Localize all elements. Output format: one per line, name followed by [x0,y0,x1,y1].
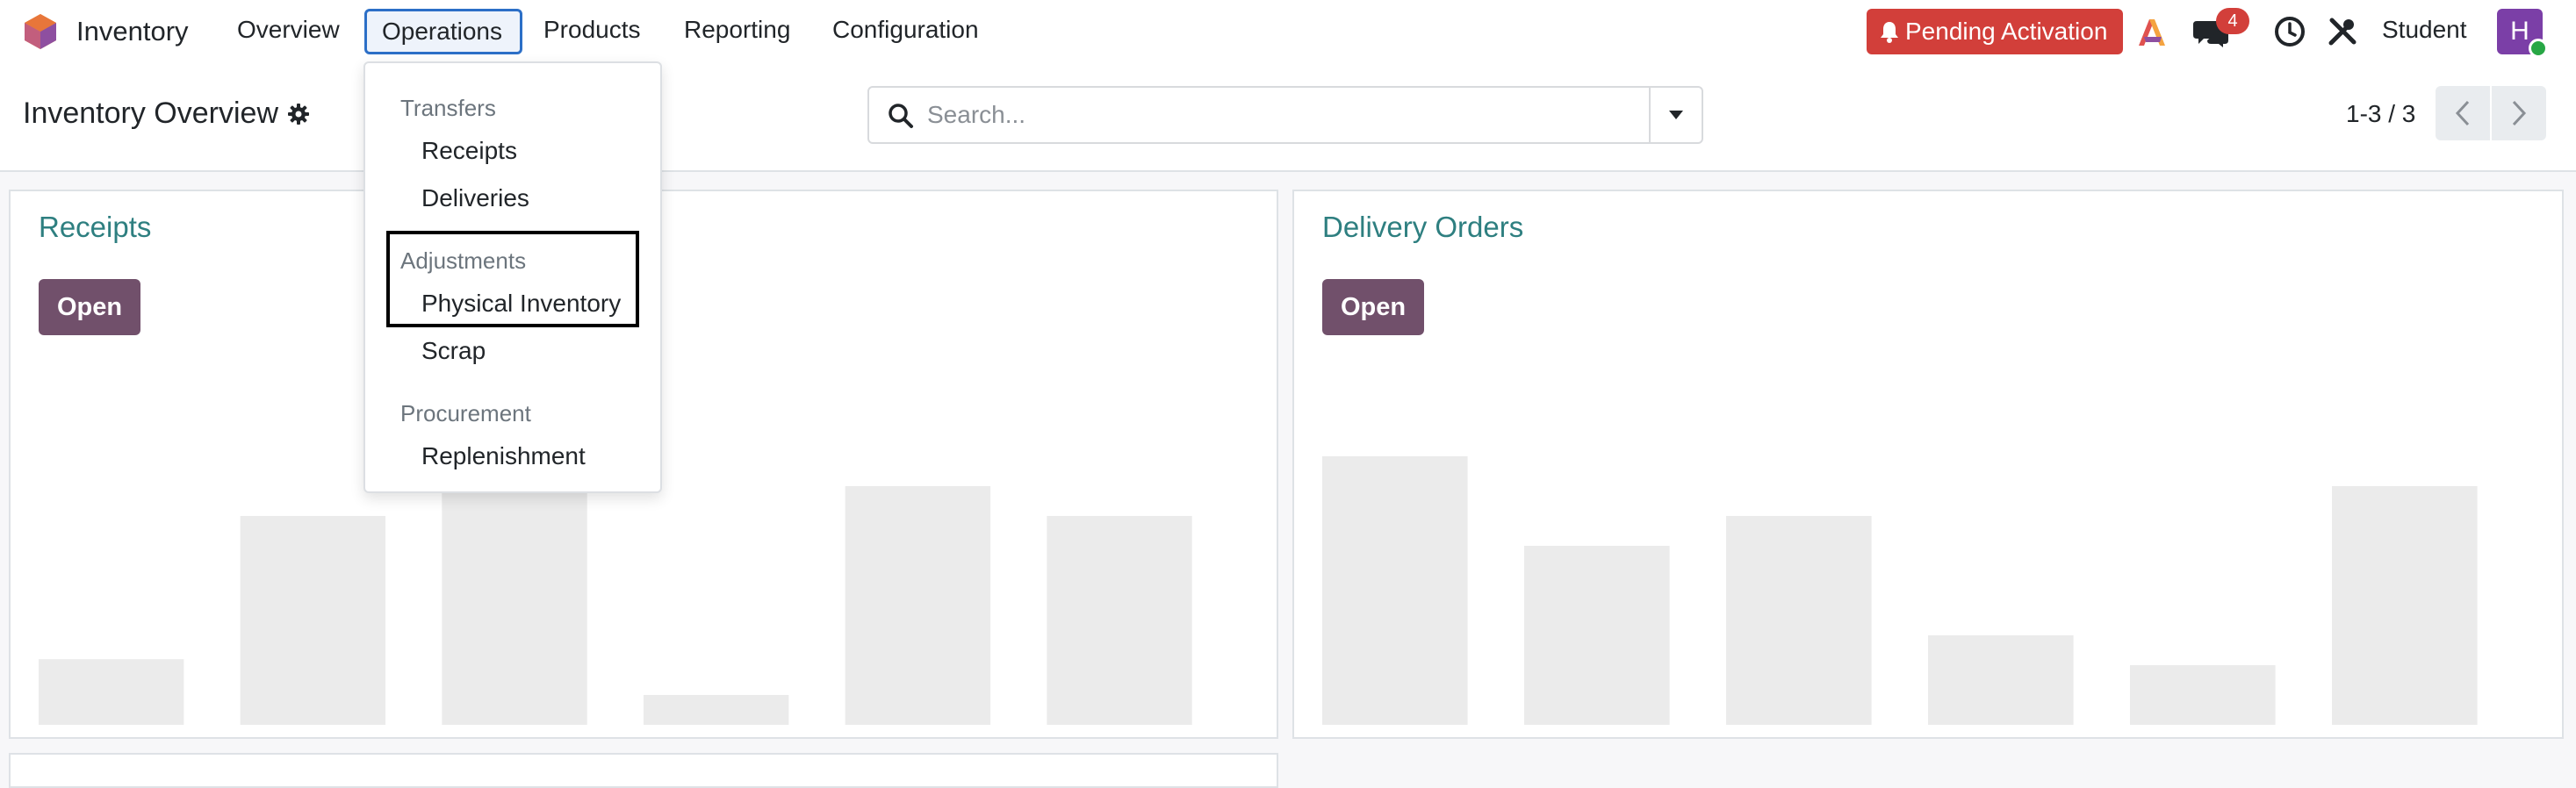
dropdown-item-receipts[interactable]: Receipts [421,137,517,165]
graph-bar [644,695,789,725]
graph-bar [1928,635,2074,725]
dropdown-header-procurement: Procurement [400,400,531,426]
dropdown-header-transfers: Transfers [400,95,496,121]
dropdown-item-replenishment[interactable]: Replenishment [421,442,586,470]
graph-bar [1047,516,1192,725]
search-bar [867,86,1703,144]
graph-bar [442,486,587,725]
search-input[interactable] [927,97,1630,133]
delivery-orders-card-title[interactable]: Delivery Orders [1322,211,1523,244]
graph-bar [2332,486,2478,725]
graph-bar [1524,546,1670,725]
bell-icon [1881,22,1898,43]
receipts-open-button[interactable]: Open [39,279,140,335]
pager-next-button[interactable] [2492,86,2546,140]
gear-icon[interactable] [287,103,310,125]
tools-icon[interactable] [2327,16,2358,47]
dropdown-item-scrap[interactable]: Scrap [421,337,486,365]
menu-configuration[interactable]: Configuration [832,16,979,44]
delivery-orders-open-button[interactable]: Open [1322,279,1424,335]
graph-bar [1726,516,1872,725]
menu-overview[interactable]: Overview [237,16,340,44]
app-name[interactable]: Inventory [76,16,189,47]
graph-bar [2130,665,2276,725]
top-navbar: Inventory Overview Operations Products R… [0,0,2576,63]
pending-activation-button[interactable]: Pending Activation [1867,9,2123,54]
graph-bar [1322,456,1468,725]
pending-activation-label: Pending Activation [1905,18,2108,45]
highlight-annotation-box [386,231,639,327]
app-logo-icon[interactable] [23,12,58,51]
third-card-partial [9,753,1278,788]
page-title: Inventory Overview [23,97,278,130]
menu-operations[interactable]: Operations [364,9,522,54]
chevron-right-icon [2512,100,2527,126]
user-name[interactable]: Student [2382,16,2467,44]
clock-icon[interactable] [2274,16,2306,47]
delivery-orders-graph [1322,456,2478,725]
ai-icon[interactable] [2135,16,2170,47]
menu-products[interactable]: Products [543,16,641,44]
menu-reporting[interactable]: Reporting [684,16,790,44]
delivery-orders-card: Delivery Orders Open [1292,190,2564,739]
search-icon [889,104,913,128]
online-status-dot [2529,39,2548,58]
caret-down-icon [1669,111,1683,119]
graph-bar [240,516,386,725]
menu-operations-label: Operations [382,18,502,45]
receipts-card-title[interactable]: Receipts [39,211,151,244]
pager-value[interactable]: 1-3 / 3 [2346,100,2415,128]
graph-bar [845,486,991,725]
chat-badge: 4 [2216,8,2249,34]
search-options-toggle[interactable] [1649,88,1702,142]
pager-previous-button[interactable] [2436,86,2490,140]
chevron-left-icon [2455,100,2470,126]
graph-bar [39,659,184,725]
dropdown-item-deliveries[interactable]: Deliveries [421,184,529,212]
